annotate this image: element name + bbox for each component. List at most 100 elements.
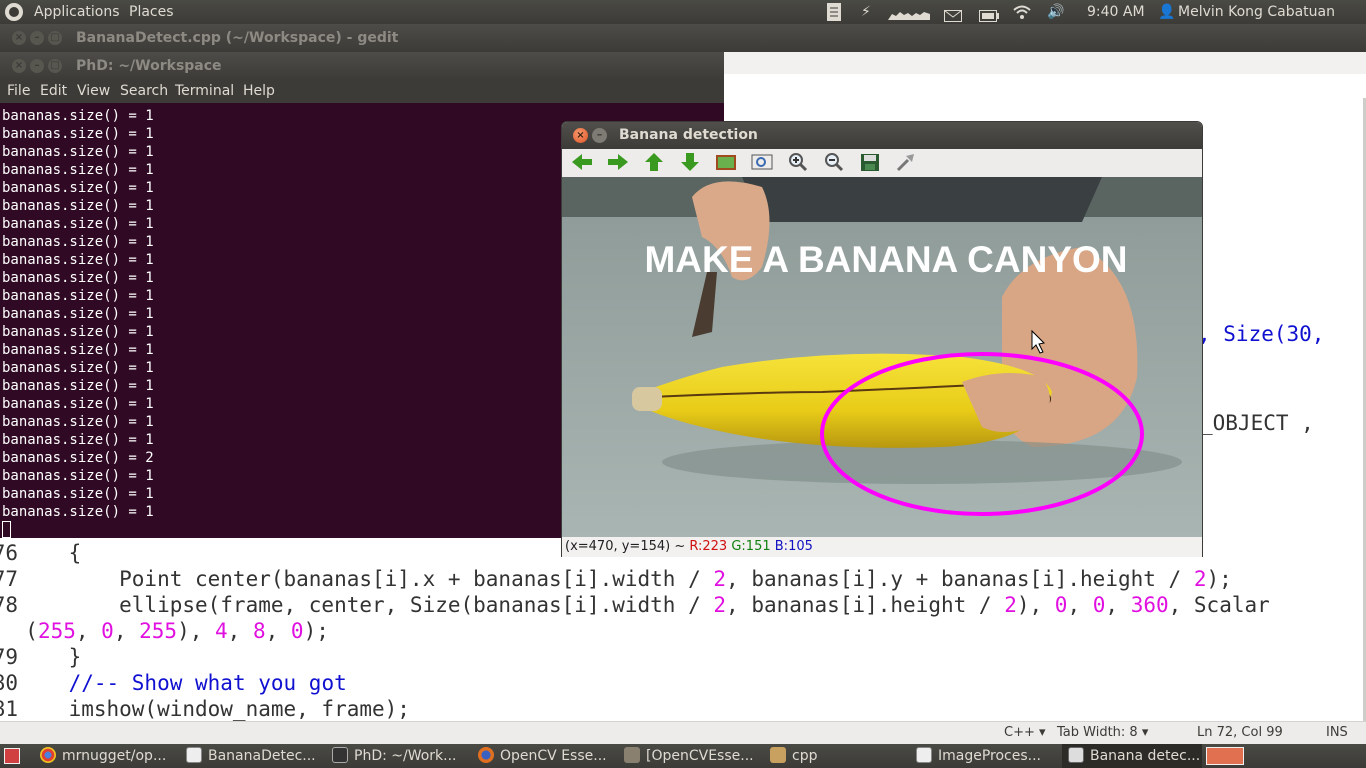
menu-file[interactable]: File <box>7 83 30 99</box>
minimize-icon[interactable]: – <box>592 128 607 143</box>
banana-detection-titlebar[interactable]: × – Banana detection <box>562 122 1202 149</box>
ubuntu-logo-icon[interactable] <box>5 3 23 21</box>
close-icon[interactable]: × <box>12 31 26 45</box>
user-icon[interactable]: 👤 <box>1158 0 1175 24</box>
pixel-green: G:151 <box>731 539 771 554</box>
gedit-statusbar: C++ ▾ Tab Width: 8 ▾ Ln 72, Col 99 INS <box>0 721 1366 744</box>
gedit-titlebar[interactable]: × – □ BananaDetect.cpp (~/Workspace) - g… <box>0 24 1366 52</box>
zoom-fit-icon[interactable] <box>750 152 774 174</box>
code-line-81: 81 imshow(window_name, frame); <box>0 697 410 721</box>
archive-icon <box>624 747 640 763</box>
terminal-line: bananas.size() = 1 <box>2 306 154 322</box>
terminal-line: bananas.size() = 1 <box>2 126 154 142</box>
chrome-icon <box>40 747 56 763</box>
terminal-line: bananas.size() = 1 <box>2 144 154 160</box>
arrow-up-icon[interactable] <box>642 152 666 174</box>
close-icon[interactable]: × <box>12 59 26 73</box>
terminal-line: bananas.size() = 1 <box>2 468 154 484</box>
menu-view[interactable]: View <box>77 83 110 99</box>
window-icon <box>1068 747 1084 763</box>
terminal-line: bananas.size() = 2 <box>2 450 154 466</box>
taskbar-item-active[interactable]: Banana detec... <box>1062 744 1202 768</box>
workspace-switcher[interactable] <box>1206 747 1244 765</box>
volume-icon[interactable]: 🔊 <box>1047 0 1064 24</box>
menu-help[interactable]: Help <box>243 83 275 99</box>
banana-detection-window: × – Banana detection MAKE A BANANA CANYO… <box>561 121 1203 557</box>
terminal-line: bananas.size() = 1 <box>2 486 154 502</box>
taskbar-item[interactable]: OpenCV Esse... <box>478 744 607 768</box>
terminal-line: bananas.size() = 1 <box>2 396 154 412</box>
maximize-icon[interactable]: □ <box>48 59 62 73</box>
folder-icon <box>770 747 786 763</box>
gedit-title: BananaDetect.cpp (~/Workspace) - gedit <box>76 30 399 46</box>
terminal-line: bananas.size() = 1 <box>2 234 154 250</box>
minimize-icon[interactable]: – <box>30 59 44 73</box>
close-icon[interactable]: × <box>573 128 588 143</box>
applications-menu[interactable]: Applications <box>34 0 120 24</box>
terminal-line: bananas.size() = 1 <box>2 432 154 448</box>
taskbar-item[interactable]: cpp <box>770 744 817 768</box>
image-icon[interactable] <box>714 152 738 174</box>
insert-mode: INS <box>1326 725 1348 740</box>
arrow-left-icon[interactable] <box>570 152 594 174</box>
taskbar: mrnugget/op... BananaDetec... PhD: ~/Wor… <box>0 744 1366 768</box>
taskbar-item[interactable]: [OpenCVEsse... <box>624 744 754 768</box>
window-title: Banana detection <box>619 127 758 143</box>
menu-edit[interactable]: Edit <box>40 83 67 99</box>
video-frame[interactable]: MAKE A BANANA CANYON <box>562 177 1202 537</box>
taskbar-item[interactable]: ImageProces... <box>916 744 1041 768</box>
save-icon[interactable] <box>858 152 882 174</box>
terminal-line: bananas.size() = 1 <box>2 360 154 376</box>
terminal-line: bananas.size() = 1 <box>2 324 154 340</box>
video-frame-svg: MAKE A BANANA CANYON <box>562 177 1202 537</box>
terminal-title: PhD: ~/Workspace <box>76 58 222 74</box>
arrow-down-icon[interactable] <box>678 152 702 174</box>
user-name[interactable]: Melvin Kong Cabatuan <box>1178 0 1335 24</box>
clock[interactable]: 9:40 AM <box>1087 0 1145 24</box>
menu-search[interactable]: Search <box>120 83 168 99</box>
terminal-line: bananas.size() = 1 <box>2 342 154 358</box>
zoom-out-icon[interactable] <box>822 152 846 174</box>
terminal-menubar: File Edit View Search Terminal Help <box>0 80 724 103</box>
terminal-line: bananas.size() = 1 <box>2 198 154 214</box>
text-editor-icon <box>186 747 202 763</box>
tab-width-selector[interactable]: Tab Width: 8 ▾ <box>1057 725 1148 740</box>
image-toolbar <box>562 149 1202 177</box>
terminal-titlebar[interactable]: × – □ PhD: ~/Workspace <box>0 52 724 80</box>
code-line-76: 76 { <box>0 541 82 565</box>
pixel-blue: B:105 <box>774 539 813 554</box>
code-line-80: 80 //-- Show what you got <box>0 671 347 695</box>
code-line-79: 79 } <box>0 645 82 669</box>
terminal-cursor <box>2 521 11 538</box>
document-icon[interactable] <box>826 2 842 26</box>
pixel-red: R:223 <box>689 539 728 554</box>
firefox-icon <box>478 747 494 763</box>
text-editor-icon <box>916 747 932 763</box>
taskbar-item[interactable]: mrnugget/op... <box>40 744 166 768</box>
overlay-text: MAKE A BANANA CANYON <box>644 239 1127 280</box>
menu-terminal[interactable]: Terminal <box>175 83 234 99</box>
terminal-line: bananas.size() = 1 <box>2 162 154 178</box>
zoom-in-icon[interactable] <box>786 152 810 174</box>
flash-icon[interactable]: ⚡ <box>861 0 871 24</box>
places-menu[interactable]: Places <box>129 0 174 24</box>
code-line-77: 77 Point center(bananas[i].x + bananas[i… <box>0 567 1232 591</box>
terminal-line: bananas.size() = 1 <box>2 216 154 232</box>
terminal-line: bananas.size() = 1 <box>2 288 154 304</box>
terminal-line: bananas.size() = 1 <box>2 270 154 286</box>
taskbar-item[interactable]: BananaDetec... <box>186 744 316 768</box>
terminal-line: bananas.size() = 1 <box>2 108 154 124</box>
code-line-78: 78 ellipse(frame, center, Size(bananas[i… <box>0 593 1270 617</box>
taskbar-item[interactable]: PhD: ~/Work... <box>332 744 457 768</box>
terminal-line: bananas.size() = 1 <box>2 378 154 394</box>
properties-icon[interactable] <box>894 152 918 174</box>
terminal-line: bananas.size() = 1 <box>2 252 154 268</box>
code-line-78-wrap: (255, 0, 255), 4, 8, 0); <box>0 619 329 643</box>
arrow-right-icon[interactable] <box>606 152 630 174</box>
show-desktop-icon[interactable] <box>4 748 20 764</box>
maximize-icon[interactable]: □ <box>48 31 62 45</box>
terminal-line: bananas.size() = 1 <box>2 180 154 196</box>
language-selector[interactable]: C++ ▾ <box>1004 725 1046 740</box>
minimize-icon[interactable]: – <box>30 31 44 45</box>
terminal-icon <box>332 747 348 763</box>
